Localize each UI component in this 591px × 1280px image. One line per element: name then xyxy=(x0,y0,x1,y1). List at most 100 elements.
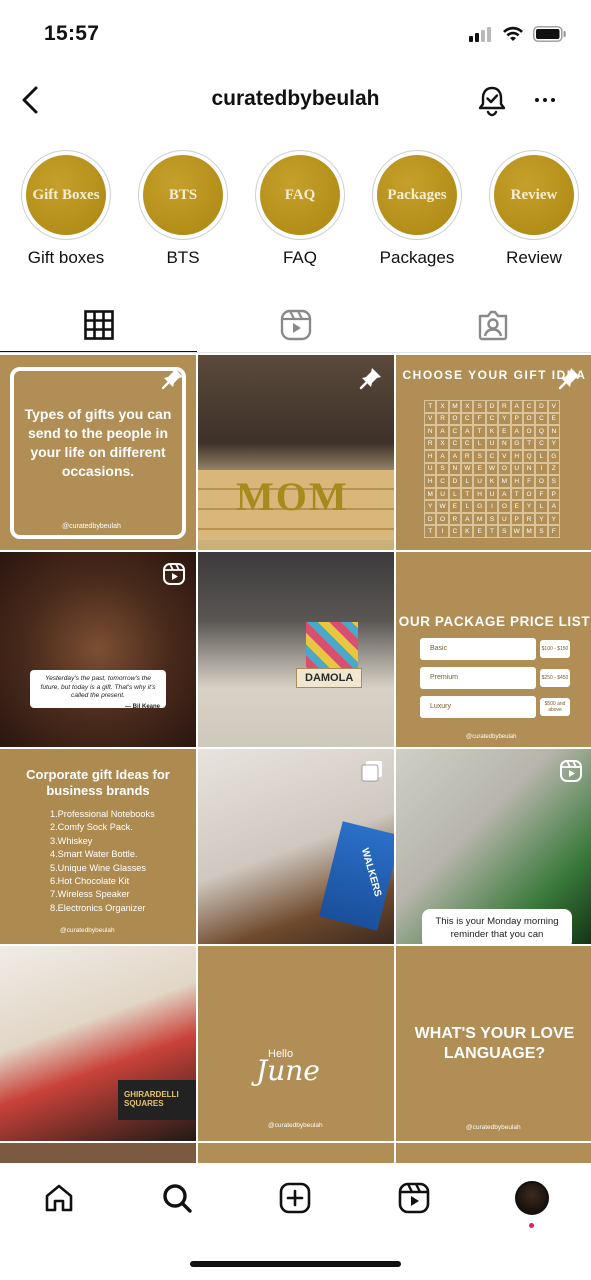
price-row: Basic $100 - $150 xyxy=(420,638,570,660)
nav-home-button[interactable] xyxy=(29,1168,89,1228)
word-search-letter: U xyxy=(424,462,437,476)
post-handle: @curatedbybeulah xyxy=(466,734,517,740)
word-search-letter: C xyxy=(448,525,462,538)
word-search-letter: O xyxy=(522,412,536,426)
tab-tagged[interactable] xyxy=(394,297,591,353)
highlight-label: Gift boxes xyxy=(27,248,105,267)
post-tile[interactable]: OUR PACKAGE PRICE LIST Basic $100 - $150… xyxy=(396,552,591,747)
highlight-gift-boxes[interactable]: Gift Boxes Gift boxes xyxy=(19,150,113,268)
post-tile[interactable]: CHOOSE YOUR GIFT IDEA TXMXSDRACDVVROCFCY… xyxy=(396,355,591,550)
highlight-review[interactable]: Review Review xyxy=(487,150,581,268)
post-handle: @curatedbybeulah xyxy=(60,927,115,934)
chevron-left-icon xyxy=(22,86,38,114)
word-search-letter: D xyxy=(485,400,499,413)
word-search-letter: U xyxy=(473,475,486,488)
nav-profile-button[interactable] xyxy=(502,1168,562,1228)
tab-reels[interactable] xyxy=(197,297,394,353)
word-search-letter: V xyxy=(424,412,437,426)
post-handle: @curatedbybeulah xyxy=(62,523,121,530)
word-search-letter: H xyxy=(510,450,523,463)
post-tile[interactable]: WALKERS xyxy=(198,749,394,944)
dot xyxy=(551,98,555,102)
post-tile[interactable] xyxy=(0,1143,196,1163)
word-search-letter: E xyxy=(547,412,560,426)
word-search-letter: T xyxy=(424,525,437,538)
word-search-letter: Y xyxy=(547,512,560,526)
post-tile[interactable] xyxy=(396,1143,591,1163)
post-tile[interactable]: Types of gifts you can send to the peopl… xyxy=(0,355,196,550)
back-button[interactable] xyxy=(14,81,46,119)
highlight-cover: BTS xyxy=(143,155,223,235)
price-row: Luxury $500 and above xyxy=(420,696,570,718)
tab-posts-grid[interactable] xyxy=(0,297,197,353)
notifications-button[interactable] xyxy=(474,83,510,119)
word-search-letter: C xyxy=(461,412,474,426)
post-tile[interactable]: This is your Monday morning reminder tha… xyxy=(396,749,591,944)
post-tile[interactable]: WHAT'S YOUR LOVE LANGUAGE? @curatedbybeu… xyxy=(396,946,591,1141)
post-image-snack xyxy=(319,821,394,931)
word-search-letter: S xyxy=(547,475,560,488)
post-headline: WHAT'S YOUR LOVE LANGUAGE? xyxy=(414,1025,575,1062)
word-search-letter: U xyxy=(485,487,499,501)
profile-header: curatedbybeulah xyxy=(0,75,591,125)
word-search-letter: E xyxy=(473,462,486,476)
highlight-ring: BTS xyxy=(138,150,228,240)
nav-search-button[interactable] xyxy=(147,1168,207,1228)
highlight-faq[interactable]: FAQ FAQ xyxy=(253,150,347,268)
post-tile[interactable]: Hello June @curatedbybeulah xyxy=(198,946,394,1141)
word-search-letter: M xyxy=(473,512,486,526)
word-search-letter: W xyxy=(436,500,449,513)
reel-icon xyxy=(163,563,185,585)
search-icon xyxy=(163,1184,192,1213)
word-search-letter: N xyxy=(424,425,437,438)
word-search-letter: G xyxy=(510,437,523,451)
highlight-cover-text: BTS xyxy=(168,186,198,203)
post-tile[interactable]: MOM xyxy=(198,355,394,550)
word-search-letter: I xyxy=(535,462,548,476)
word-search-letter: Y xyxy=(535,512,548,526)
post-tile[interactable] xyxy=(198,1143,394,1163)
grid-icon xyxy=(83,310,114,340)
list-item: 7.Wireless Speaker xyxy=(50,889,130,900)
post-handle: @curatedbybeulah xyxy=(466,1124,521,1131)
post-tile[interactable]: Yesterday's the past, tomorrow's the fut… xyxy=(0,552,196,747)
price-value: $250 - $450 xyxy=(540,669,570,687)
nav-create-button[interactable] xyxy=(265,1168,325,1228)
price-label: Basic xyxy=(420,638,536,660)
word-search-letter: H xyxy=(510,475,523,488)
word-search-letter: S xyxy=(535,525,548,538)
word-search-letter: R xyxy=(424,437,437,451)
word-search-letter: N xyxy=(448,462,462,476)
post-handle: @curatedbybeulah xyxy=(268,1122,323,1129)
word-search-letter: D xyxy=(535,400,548,413)
nav-reels-button[interactable] xyxy=(384,1168,444,1228)
post-tile[interactable]: DAMOLA xyxy=(198,552,394,747)
tabs-divider xyxy=(0,352,591,353)
word-search-letter: F xyxy=(473,412,486,426)
word-search-letter: D xyxy=(424,512,437,526)
quote-author: — Bil Keane xyxy=(124,703,160,710)
word-search-letter: M xyxy=(522,525,536,538)
word-search-letter: A xyxy=(510,425,523,438)
post-headline: June xyxy=(256,1054,320,1087)
word-search-letter: R xyxy=(436,412,449,426)
post-tile[interactable]: Corporate gift Ideas for business brands… xyxy=(0,749,196,944)
word-search-letter: F xyxy=(535,487,548,501)
word-search-letter: O xyxy=(535,475,548,488)
word-search-letter: S xyxy=(473,400,486,413)
reels-icon xyxy=(398,1182,429,1214)
battery-icon xyxy=(533,26,566,42)
post-tile[interactable]: GHIRARDELLI SQUARES xyxy=(0,946,196,1141)
word-search-letter: C xyxy=(485,412,499,426)
word-search-letter: C xyxy=(535,437,548,451)
more-options-button[interactable] xyxy=(528,85,562,115)
highlight-bts[interactable]: BTS BTS xyxy=(136,150,230,268)
word-search-letter: A xyxy=(436,450,449,463)
word-search-letter: O xyxy=(522,487,536,501)
word-search-letter: G xyxy=(547,450,560,463)
word-search-letter: R xyxy=(448,512,462,526)
highlight-packages[interactable]: Packages Packages xyxy=(370,150,464,268)
word-search-letter: U xyxy=(498,512,511,526)
word-search-letter: E xyxy=(498,425,511,438)
list-item: 4.Smart Water Bottle. xyxy=(50,849,138,860)
